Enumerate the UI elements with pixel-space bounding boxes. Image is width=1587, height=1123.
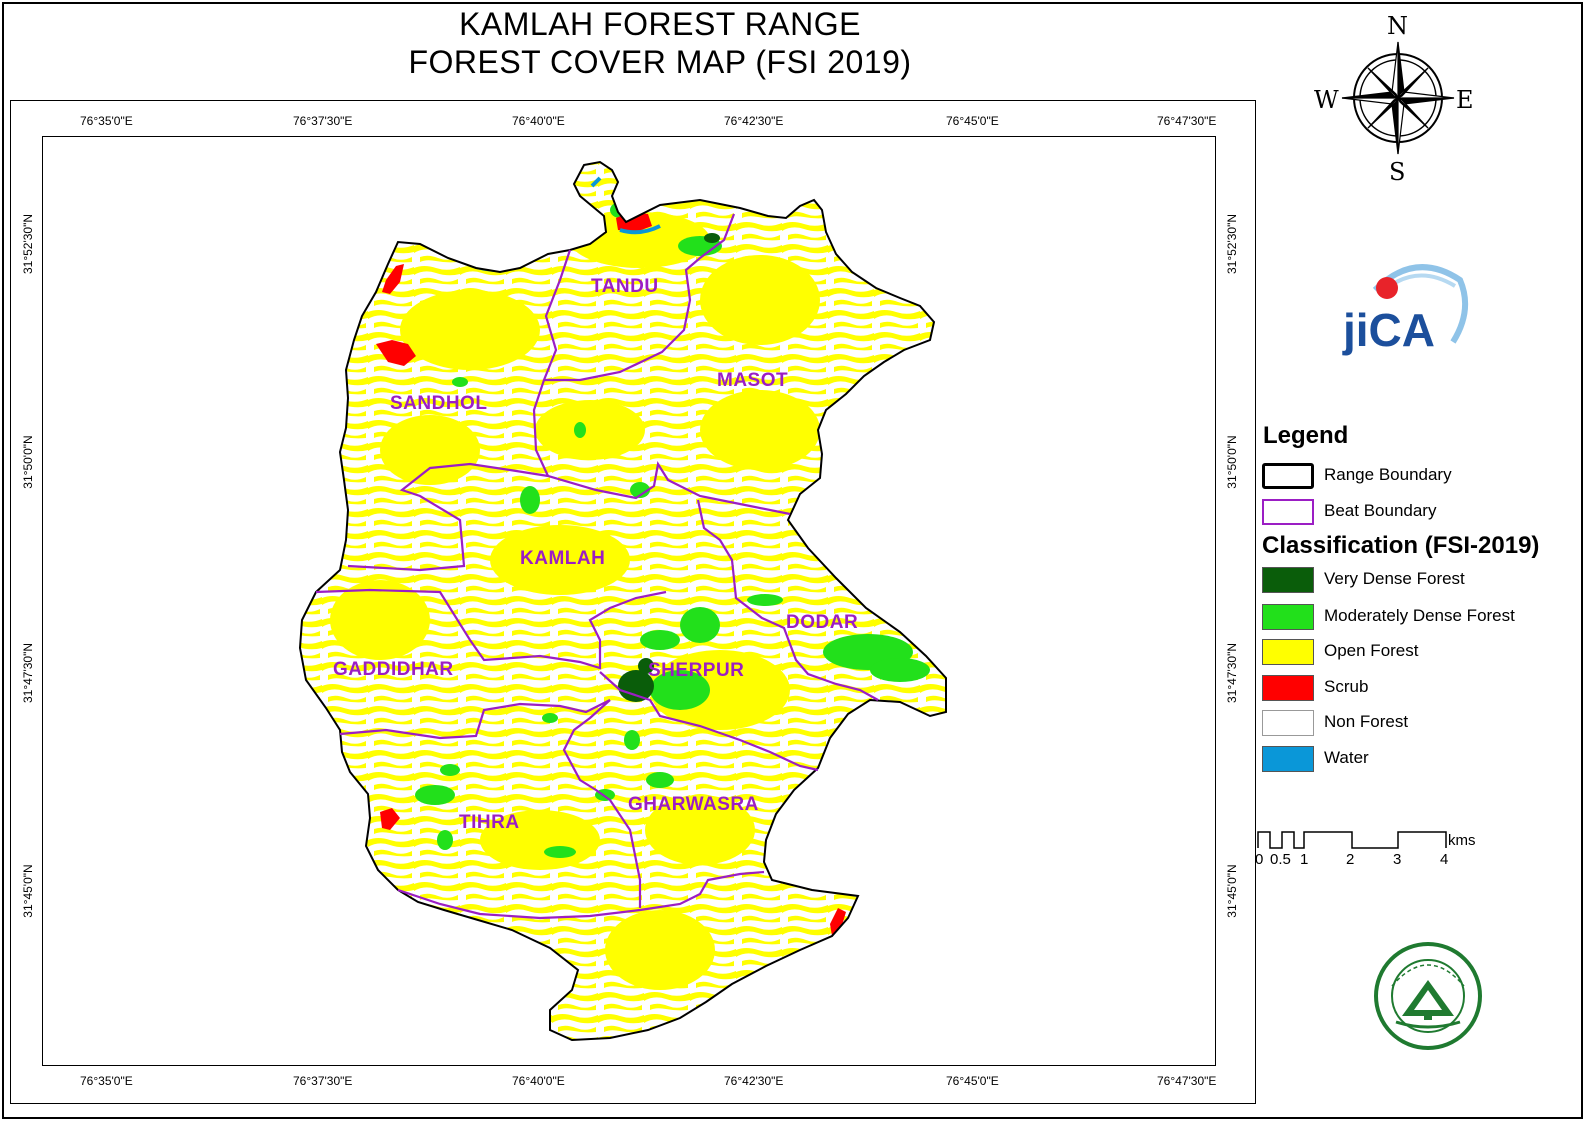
compass-s: S (1389, 158, 1406, 186)
scale-label: 0 (1255, 851, 1264, 868)
scale-bar (1257, 831, 1447, 849)
svg-text:jiCA: jiCA (1342, 304, 1435, 356)
compass-e: E (1456, 86, 1474, 114)
legend-label: Scrub (1324, 677, 1369, 696)
legend-swatch (1262, 710, 1314, 736)
legend-label: Moderately Dense Forest (1324, 606, 1515, 625)
scale-label: 3 (1393, 851, 1402, 868)
beat-label-sandhol: SANDHOL (390, 393, 488, 414)
legend-swatch (1262, 639, 1314, 665)
jica-logo: jiCA (1342, 264, 1469, 356)
scale-label: 1 (1300, 851, 1309, 868)
beat-label-tandu: TANDU (591, 276, 659, 297)
classification-title: Classification (FSI-2019) (1262, 532, 1540, 559)
beat-label-gharwasra: GHARWASRA (628, 794, 759, 815)
legend-label: Beat Boundary (1324, 501, 1437, 520)
legend-label: Open Forest (1324, 641, 1419, 660)
legend-title: Legend (1263, 422, 1349, 449)
beat-label-tihra: TIHRA (459, 812, 520, 833)
legend-label: Water (1324, 748, 1369, 767)
legend-label: Non Forest (1324, 712, 1409, 731)
scale-label: 2 (1346, 851, 1355, 868)
scale-unit: kms (1448, 832, 1476, 849)
compass-w: W (1314, 86, 1339, 114)
beat-label-sherpur: SHERPUR (648, 660, 745, 681)
forest-cover-map (298, 160, 947, 1042)
legend-swatch (1262, 463, 1314, 489)
legend-swatch (1262, 746, 1314, 772)
beat-label-masot: MASOT (717, 370, 789, 391)
scale-label: 4 (1440, 851, 1449, 868)
beat-label-dodar: DODAR (786, 612, 859, 633)
legend-label: Very Dense Forest (1324, 569, 1465, 588)
compass-n: N (1387, 12, 1408, 40)
legend-label: Range Boundary (1324, 465, 1452, 484)
legend-swatch (1262, 567, 1314, 593)
legend-swatch (1262, 675, 1314, 701)
north-arrow-icon (1341, 41, 1455, 155)
legend-swatch (1262, 499, 1314, 525)
forest-department-seal-logo (1374, 942, 1482, 1050)
beat-label-gaddidhar: GADDIDHAR (333, 659, 454, 680)
beat-label-kamlah: KAMLAH (520, 548, 606, 569)
legend-swatch (1262, 604, 1314, 630)
scale-label: 0.5 (1270, 851, 1291, 868)
